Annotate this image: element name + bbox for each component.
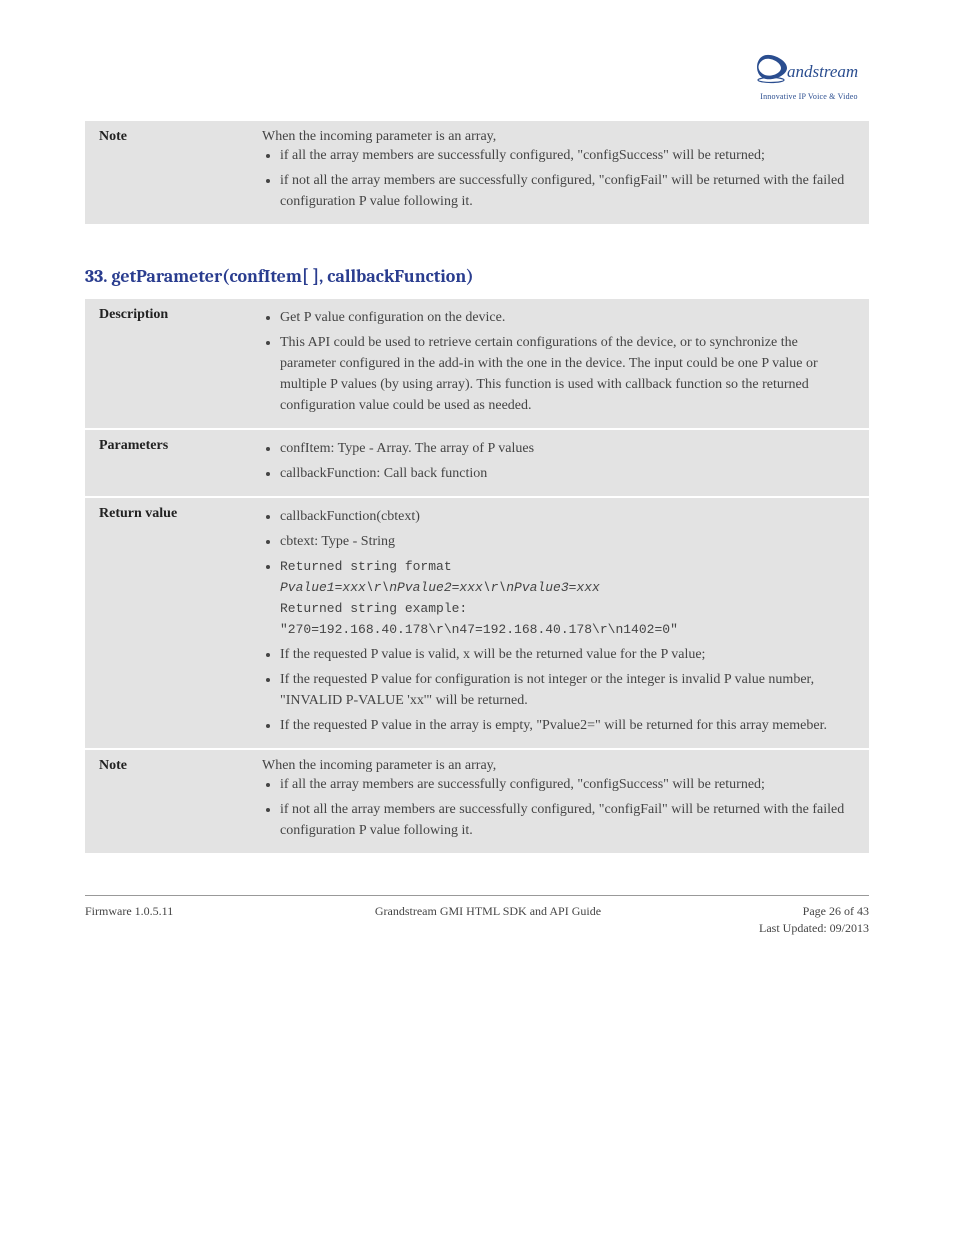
note-bullets: if all the array members are successfull… [262, 774, 855, 841]
footer-right-1: Page 26 of 43 [803, 904, 869, 919]
description-bullets: Get P value configuration on the device.… [262, 307, 855, 416]
grandstream-logo-icon: andstream [749, 50, 869, 90]
row-content: When the incoming parameter is an array,… [248, 750, 869, 853]
page-header: andstream Innovative IP Voice & Video [85, 50, 869, 101]
table-row: Note When the incoming parameter is an a… [85, 121, 869, 224]
list-item: if all the array members are successfull… [280, 774, 855, 795]
list-item: If the requested P value for configurati… [280, 669, 855, 711]
page: andstream Innovative IP Voice & Video No… [0, 0, 954, 966]
row-content: callbackFunction(cbtext) cbtext: Type - … [248, 498, 869, 748]
return-bullets: callbackFunction(cbtext) cbtext: Type - … [262, 506, 855, 736]
list-item: confItem: Type - Array. The array of P v… [280, 438, 855, 459]
row-label: Return value [85, 498, 248, 748]
section-33-table: Description Get P value configuration on… [85, 297, 869, 855]
footer-center: Grandstream GMI HTML SDK and API Guide [375, 904, 601, 919]
brand-logo: andstream Innovative IP Voice & Video [749, 50, 869, 101]
footer-left: Firmware 1.0.5.11 [85, 904, 173, 919]
top-note-table: Note When the incoming parameter is an a… [85, 119, 869, 226]
note-intro: When the incoming parameter is an array, [262, 129, 855, 145]
list-item: If the requested P value is valid, x wil… [280, 644, 855, 665]
row-label: Parameters [85, 430, 248, 496]
row-label: Note [85, 121, 248, 224]
table-row: Note When the incoming parameter is an a… [85, 750, 869, 853]
section-heading: 33. getParameter(confItem[ ], callbackFu… [85, 266, 869, 287]
list-item: callbackFunction: Call back function [280, 463, 855, 484]
footer-line-2: Last Updated: 09/2013 [85, 921, 869, 936]
row-content: confItem: Type - Array. The array of P v… [248, 430, 869, 496]
note-bullets: if all the array members are successfull… [262, 145, 855, 212]
list-item: if not all the array members are success… [280, 170, 855, 212]
parameters-bullets: confItem: Type - Array. The array of P v… [262, 438, 855, 484]
list-item: Returned string formatPvalue1=xxx\r\nPva… [280, 556, 855, 640]
row-label: Note [85, 750, 248, 853]
logo-text: andstream [787, 62, 858, 81]
row-content: Get P value configuration on the device.… [248, 299, 869, 428]
table-row: Parameters confItem: Type - Array. The a… [85, 430, 869, 496]
row-label: Description [85, 299, 248, 428]
footer-line-1: Firmware 1.0.5.11 Grandstream GMI HTML S… [85, 904, 869, 919]
list-item: This API could be used to retrieve certa… [280, 332, 855, 416]
list-item: If the requested P value in the array is… [280, 715, 855, 736]
logo-tagline: Innovative IP Voice & Video [749, 92, 869, 101]
return-format-text: Returned string formatPvalue1=xxx\r\nPva… [280, 559, 678, 637]
footer-right-2: Last Updated: 09/2013 [759, 921, 869, 935]
list-item: Get P value configuration on the device. [280, 307, 855, 328]
table-row: Description Get P value configuration on… [85, 299, 869, 428]
row-content: When the incoming parameter is an array,… [248, 121, 869, 224]
list-item: if all the array members are successfull… [280, 145, 855, 166]
list-item: cbtext: Type - String [280, 531, 855, 552]
page-footer: Firmware 1.0.5.11 Grandstream GMI HTML S… [85, 895, 869, 936]
note-intro: When the incoming parameter is an array, [262, 758, 855, 774]
list-item: callbackFunction(cbtext) [280, 506, 855, 527]
table-row: Return value callbackFunction(cbtext) cb… [85, 498, 869, 748]
list-item: if not all the array members are success… [280, 799, 855, 841]
